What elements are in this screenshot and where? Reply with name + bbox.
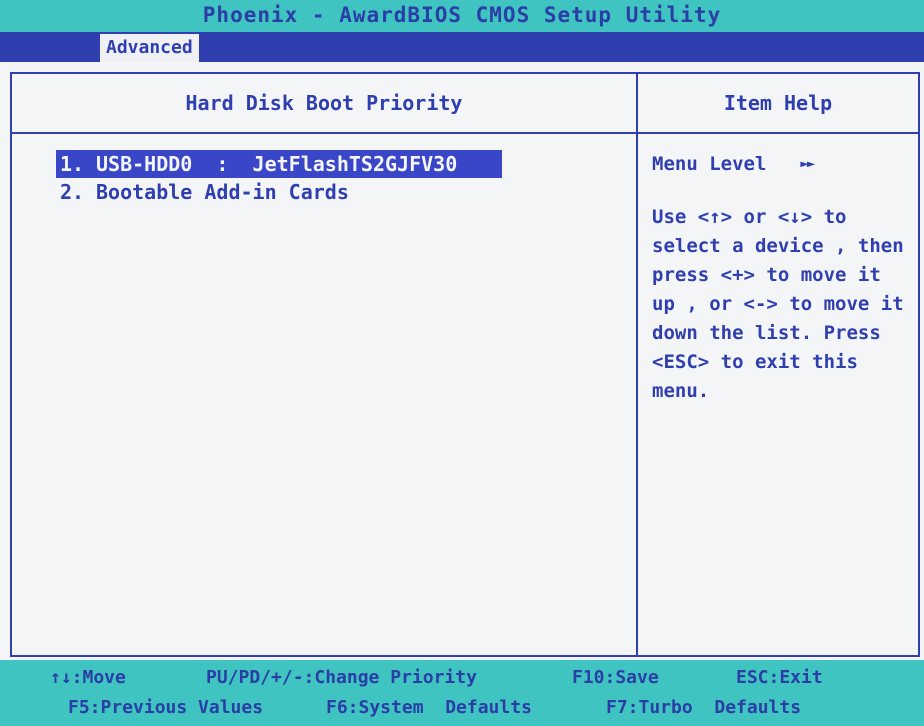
menu-level-label: Menu Level <box>652 153 767 175</box>
tab-advanced[interactable]: Advanced <box>100 34 199 62</box>
key-move[interactable]: ↑↓:Move <box>50 664 126 692</box>
menu-level: Menu Level ►► <box>652 150 918 179</box>
item-help-title: Item Help <box>723 91 833 115</box>
key-previous-values[interactable]: F5:Previous Values <box>68 694 263 722</box>
key-change-priority[interactable]: PU/PD/+/-:Change Priority <box>206 664 477 692</box>
pane-divider <box>636 74 638 655</box>
key-save[interactable]: F10:Save <box>572 664 659 692</box>
key-system-defaults[interactable]: F6:System Defaults <box>326 694 532 722</box>
key-turbo-defaults[interactable]: F7:Turbo Defaults <box>606 694 801 722</box>
double-arrow-right-icon: ►► <box>800 156 815 172</box>
boot-item-number: 2. <box>60 180 85 204</box>
boot-priority-list: 1. USB-HDD0 : JetFlashTS2GJFV30 2. Bootabl… <box>56 150 502 206</box>
key-legend-footer: ↑↓:Move PU/PD/+/-:Change Priority F10:Sa… <box>0 660 924 726</box>
bios-title-bar: Phoenix - AwardBIOS CMOS Setup Utility <box>0 0 924 32</box>
boot-item-addin-cards[interactable]: 2. Bootable Add-in Cards <box>60 178 502 206</box>
menu-bar: Advanced <box>0 32 924 62</box>
boot-item-usb-hdd0[interactable]: 1. USB-HDD0 : JetFlashTS2GJFV30 <box>56 150 502 178</box>
main-frame: Hard Disk Boot Priority Item Help 1. USB-… <box>10 72 920 657</box>
boot-item-number: 1. <box>60 152 85 176</box>
top-spacer <box>0 62 924 72</box>
boot-item-label: USB-HDD0 : JetFlashTS2GJFV30 <box>96 152 458 176</box>
key-exit[interactable]: ESC:Exit <box>736 664 823 692</box>
item-help-pane: Menu Level ►► Use <↑> or <↓> to select a… <box>652 150 918 406</box>
section-title: Hard Disk Boot Priority <box>185 91 463 115</box>
help-text: Use <↑> or <↓> to select a device , then… <box>652 206 904 402</box>
app-title: Phoenix - AwardBIOS CMOS Setup Utility <box>202 3 722 27</box>
boot-item-label: Bootable Add-in Cards <box>96 180 349 204</box>
